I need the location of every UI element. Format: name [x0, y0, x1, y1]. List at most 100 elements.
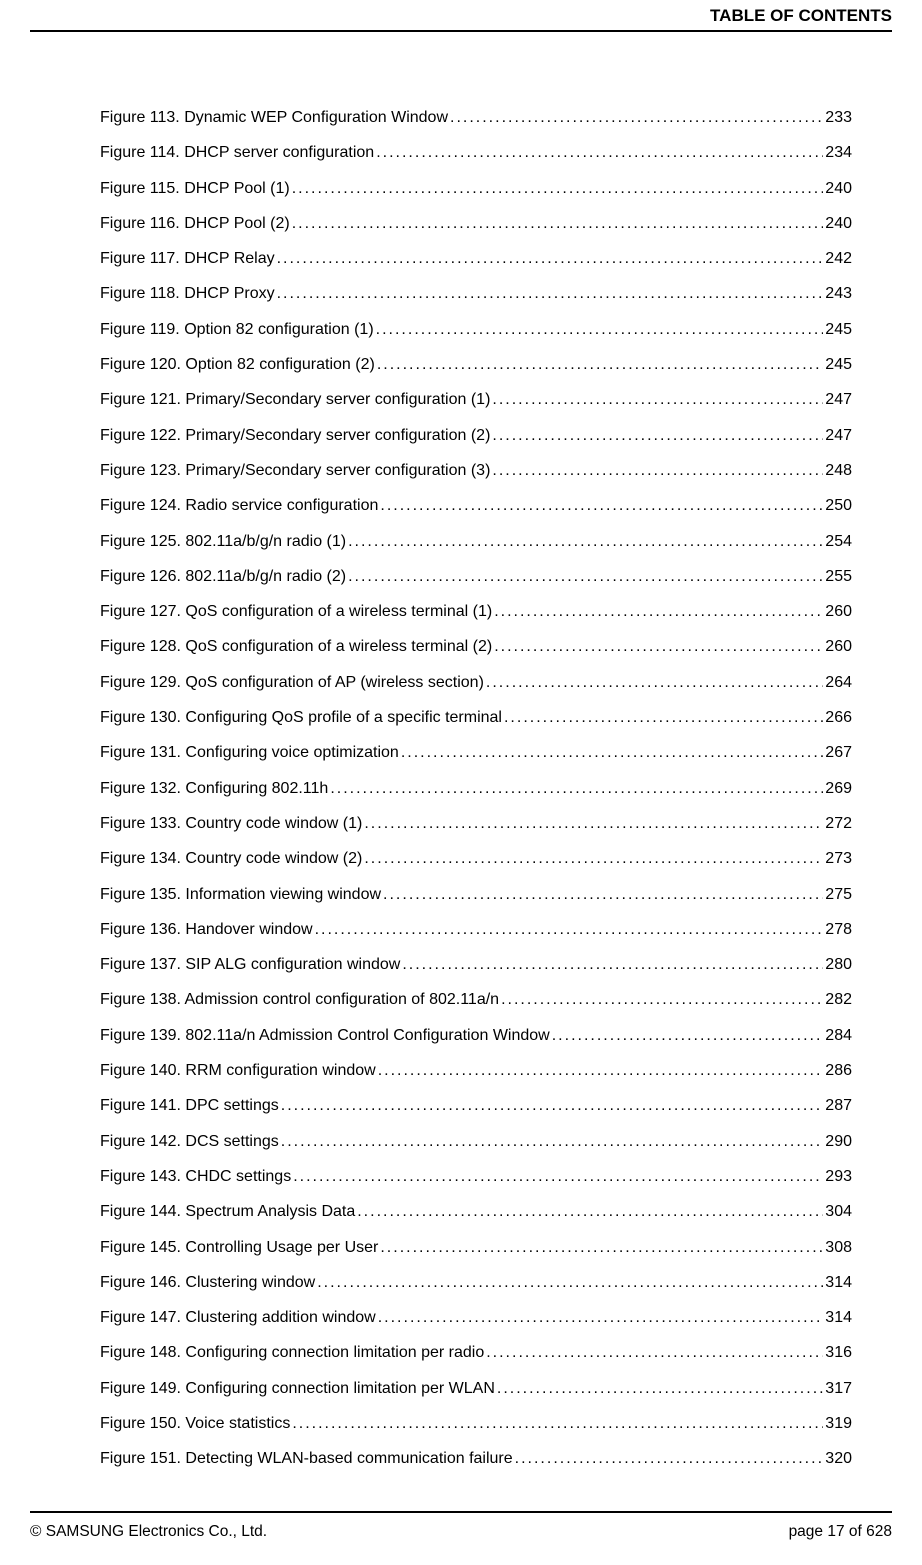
toc-leader-dots	[380, 1238, 823, 1259]
toc-entry-title: Figure 144. Spectrum Analysis Data	[100, 1202, 355, 1223]
toc-leader-dots	[277, 284, 824, 305]
toc-leader-dots	[281, 1096, 824, 1117]
toc-entry-title: Figure 150. Voice statistics	[100, 1414, 290, 1435]
footer-rule	[30, 1511, 892, 1513]
toc-entry-title: Figure 114. DHCP server configuration	[100, 143, 374, 164]
toc-entry-page: 314	[825, 1308, 852, 1329]
toc-leader-dots	[497, 1379, 823, 1400]
toc-entry-page: 234	[825, 143, 852, 164]
toc-entry-page: 247	[825, 426, 852, 447]
toc-entry-title: Figure 148. Configuring connection limit…	[100, 1343, 484, 1364]
toc-entry-page: 287	[825, 1096, 852, 1117]
toc-row: Figure 113. Dynamic WEP Configuration Wi…	[100, 108, 852, 129]
toc-leader-dots	[330, 779, 823, 800]
toc-entry-title: Figure 113. Dynamic WEP Configuration Wi…	[100, 108, 448, 129]
toc-row: Figure 118. DHCP Proxy243	[100, 284, 852, 305]
toc-entry-page: 282	[825, 990, 852, 1011]
toc-entry-title: Figure 146. Clustering window	[100, 1273, 315, 1294]
toc-leader-dots	[377, 355, 823, 376]
toc-entry-page: 286	[825, 1061, 852, 1082]
toc-entry-page: 245	[825, 355, 852, 376]
toc-entry-title: Figure 125. 802.11a/b/g/n radio (1)	[100, 532, 346, 553]
toc-entry-page: 267	[825, 743, 852, 764]
toc-entry-page: 240	[825, 179, 852, 200]
toc-leader-dots	[348, 567, 823, 588]
toc-leader-dots	[486, 673, 823, 694]
toc-leader-dots	[277, 249, 824, 270]
toc-entry-page: 240	[825, 214, 852, 235]
toc-entry-title: Figure 132. Configuring 802.11h	[100, 779, 328, 800]
toc-entry-page: 275	[825, 885, 852, 906]
toc-entry-title: Figure 116. DHCP Pool (2)	[100, 214, 290, 235]
toc-row: Figure 133. Country code window (1)272	[100, 814, 852, 835]
toc-leader-dots	[378, 1061, 824, 1082]
toc-row: Figure 114. DHCP server configuration 234	[100, 143, 852, 164]
toc-row: Figure 141. DPC settings287	[100, 1096, 852, 1117]
toc-leader-dots	[486, 1343, 823, 1364]
toc-leader-dots	[348, 532, 823, 553]
toc-entry-title: Figure 120. Option 82 configuration (2)	[100, 355, 375, 376]
toc-row: Figure 132. Configuring 802.11h269	[100, 779, 852, 800]
toc-entry-page: 264	[825, 673, 852, 694]
page-header: TABLE OF CONTENTS	[710, 6, 892, 26]
toc-entry-title: Figure 138. Admission control configurat…	[100, 990, 499, 1011]
toc-leader-dots	[380, 496, 823, 517]
toc-leader-dots	[292, 1414, 823, 1435]
toc-entry-title: Figure 123. Primary/Secondary server con…	[100, 461, 490, 482]
toc-entry-page: 319	[825, 1414, 852, 1435]
toc-row: Figure 143. CHDC settings293	[100, 1167, 852, 1188]
toc-entry-title: Figure 129. QoS configuration of AP (wir…	[100, 673, 484, 694]
toc-row: Figure 151. Detecting WLAN-based communi…	[100, 1449, 852, 1470]
toc-leader-dots	[292, 214, 824, 235]
toc-leader-dots	[515, 1449, 824, 1470]
toc-entry-title: Figure 145. Controlling Usage per User	[100, 1238, 378, 1259]
toc-row: Figure 119. Option 82 configuration (1)2…	[100, 320, 852, 341]
toc-row: Figure 138. Admission control configurat…	[100, 990, 852, 1011]
toc-entry-page: 255	[825, 567, 852, 588]
toc-row: Figure 136. Handover window278	[100, 920, 852, 941]
toc-entry-title: Figure 137. SIP ALG configuration window	[100, 955, 400, 976]
toc-leader-dots	[504, 708, 823, 729]
toc-entry-title: Figure 139. 802.11a/n Admission Control …	[100, 1026, 550, 1047]
toc-entry-page: 273	[825, 849, 852, 870]
toc-row: Figure 144. Spectrum Analysis Data304	[100, 1202, 852, 1223]
toc-entry-page: 314	[825, 1273, 852, 1294]
toc-row: Figure 125. 802.11a/b/g/n radio (1)254	[100, 532, 852, 553]
toc-entry-page: 272	[825, 814, 852, 835]
toc-entry-page: 278	[825, 920, 852, 941]
toc-row: Figure 123. Primary/Secondary server con…	[100, 461, 852, 482]
toc-entry-title: Figure 143. CHDC settings	[100, 1167, 291, 1188]
toc-row: Figure 149. Configuring connection limit…	[100, 1379, 852, 1400]
toc-entry-page: 320	[825, 1449, 852, 1470]
toc-entry-title: Figure 149. Configuring connection limit…	[100, 1379, 495, 1400]
toc-entry-page: 266	[825, 708, 852, 729]
toc-leader-dots	[292, 179, 824, 200]
toc-entry-title: Figure 122. Primary/Secondary server con…	[100, 426, 490, 447]
toc-row: Figure 127. QoS configuration of a wirel…	[100, 602, 852, 623]
toc-row: Figure 145. Controlling Usage per User30…	[100, 1238, 852, 1259]
toc-leader-dots	[364, 849, 823, 870]
toc-row: Figure 115. DHCP Pool (1)240	[100, 179, 852, 200]
toc-leader-dots	[402, 955, 823, 976]
toc-entry-page: 317	[825, 1379, 852, 1400]
toc-entry-title: Figure 128. QoS configuration of a wirel…	[100, 637, 492, 658]
header-rule	[30, 30, 892, 32]
toc-entry-page: 260	[825, 602, 852, 623]
toc-entry-page: 290	[825, 1132, 852, 1153]
toc-entry-title: Figure 126. 802.11a/b/g/n radio (2)	[100, 567, 346, 588]
toc-entry-page: 284	[825, 1026, 852, 1047]
toc-row: Figure 126. 802.11a/b/g/n radio (2) 255	[100, 567, 852, 588]
toc-row: Figure 139. 802.11a/n Admission Control …	[100, 1026, 852, 1047]
toc-leader-dots	[501, 990, 823, 1011]
toc-entry-page: 260	[825, 637, 852, 658]
toc-leader-dots	[383, 885, 823, 906]
toc-entry-title: Figure 119. Option 82 configuration (1)	[100, 320, 374, 341]
toc-row: Figure 135. Information viewing window27…	[100, 885, 852, 906]
toc-row: Figure 142. DCS settings290	[100, 1132, 852, 1153]
toc-leader-dots	[364, 814, 823, 835]
toc-entry-title: Figure 130. Configuring QoS profile of a…	[100, 708, 502, 729]
toc-leader-dots	[450, 108, 823, 129]
toc-leader-dots	[401, 743, 823, 764]
toc-entry-page: 233	[825, 108, 852, 129]
toc-row: Figure 124. Radio service configuration2…	[100, 496, 852, 517]
